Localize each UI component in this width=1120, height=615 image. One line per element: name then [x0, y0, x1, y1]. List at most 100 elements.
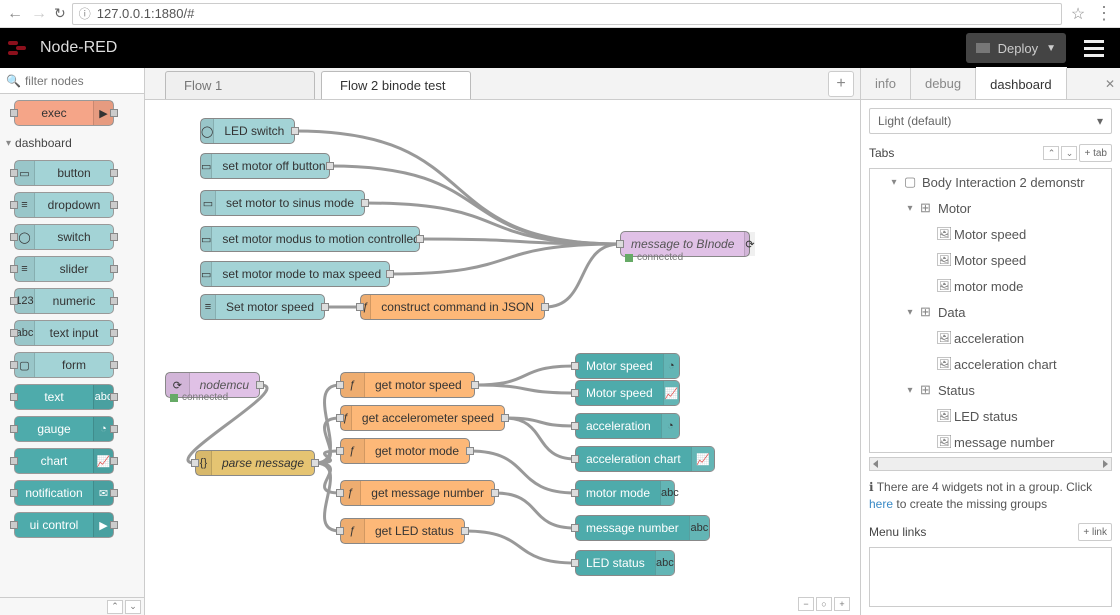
wire[interactable]	[505, 418, 575, 459]
flow-node-sinus[interactable]: ▭set motor to sinus mode	[200, 190, 365, 216]
url-bar[interactable]: ⓘ 127.0.0.1:1880/#	[72, 3, 1062, 25]
workspace-tab[interactable]: Flow 2 binode test	[321, 71, 471, 99]
palette-node-numeric[interactable]: 123numeric	[14, 288, 114, 314]
flow-node-gmn[interactable]: ƒget message number	[340, 480, 495, 506]
output-port[interactable]	[326, 162, 334, 170]
palette-node-gauge[interactable]: ◔gauge	[14, 416, 114, 442]
flow-node-parse[interactable]: {}parse message	[195, 450, 315, 476]
tree-row[interactable]: 🖼acceleration	[870, 325, 1111, 351]
input-port[interactable]	[336, 447, 344, 455]
input-port[interactable]	[571, 389, 579, 397]
palette-node-dropdown[interactable]: ≡dropdown	[14, 192, 114, 218]
workspace-tab[interactable]: Flow 1	[165, 71, 315, 99]
output-port[interactable]	[311, 459, 319, 467]
flow-node-gas[interactable]: ƒget accelerometer speed	[340, 405, 505, 431]
output-port[interactable]	[256, 381, 264, 389]
tree-row[interactable]: ▾⊞Status	[870, 377, 1111, 403]
input-port[interactable]	[356, 303, 364, 311]
add-link-button[interactable]: + link	[1078, 523, 1112, 541]
tree-row[interactable]: 🖼acceleration chart	[870, 351, 1111, 377]
add-tab-button[interactable]: +	[828, 71, 854, 97]
input-port[interactable]	[336, 381, 344, 389]
tree-scrollbar[interactable]	[869, 457, 1112, 471]
input-port[interactable]	[571, 422, 579, 430]
expand-icon[interactable]: ⌃	[1043, 146, 1059, 160]
palette-search[interactable]: 🔍	[0, 68, 144, 94]
tree-row[interactable]: ▾⊞Data	[870, 299, 1111, 325]
wire[interactable]	[475, 366, 575, 385]
wire[interactable]	[495, 493, 575, 528]
sidebar-tab-dashboard[interactable]: dashboard	[976, 67, 1066, 99]
reload-icon[interactable]: ↻	[54, 5, 66, 22]
palette-node-text-input[interactable]: abctext input	[14, 320, 114, 346]
output-port[interactable]	[291, 127, 299, 135]
input-port[interactable]	[571, 524, 579, 532]
zoom-in-button[interactable]: +	[834, 597, 850, 611]
palette-node-slider[interactable]: ≡slider	[14, 256, 114, 282]
palette-node-text[interactable]: abctext	[14, 384, 114, 410]
flow-node-speed[interactable]: ≡Set motor speed	[200, 294, 325, 320]
flow-node-gms[interactable]: ƒget motor speed	[340, 372, 475, 398]
flow-node-mm[interactable]: abcmotor mode	[575, 480, 675, 506]
palette-node-notification[interactable]: ✉notification	[14, 480, 114, 506]
input-port[interactable]	[571, 455, 579, 463]
flow-node-gmm[interactable]: ƒget motor mode	[340, 438, 470, 464]
flow-node-led[interactable]: ◯LED switch	[200, 118, 295, 144]
output-port[interactable]	[416, 235, 424, 243]
tree-row[interactable]: 🖼Motor speed	[870, 247, 1111, 273]
flow-node-mn[interactable]: abcmessage number	[575, 515, 710, 541]
output-port[interactable]	[361, 199, 369, 207]
input-port[interactable]	[191, 459, 199, 467]
tree-row[interactable]: 🖼Motor speed	[870, 221, 1111, 247]
input-port[interactable]	[336, 414, 344, 422]
bookmark-icon[interactable]: ☆	[1068, 4, 1088, 24]
input-port[interactable]	[571, 559, 579, 567]
output-port[interactable]	[501, 414, 509, 422]
palette-node-ui-control[interactable]: ▶ui control	[14, 512, 114, 538]
flow-node-off[interactable]: ▭set motor off button	[200, 153, 330, 179]
input-port[interactable]	[571, 362, 579, 370]
flow-node-acc[interactable]: ◔acceleration	[575, 413, 680, 439]
flow-node-ls[interactable]: abcLED status	[575, 550, 675, 576]
deploy-button[interactable]: Deploy ▼	[966, 33, 1066, 63]
palette-node-exec[interactable]: ▶exec	[14, 100, 114, 126]
input-port[interactable]	[336, 527, 344, 535]
flow-node-motion[interactable]: ▭set motor modus to motion controlled	[200, 226, 420, 252]
palette-down-button[interactable]: ⌄	[125, 600, 141, 614]
output-port[interactable]	[386, 270, 394, 278]
output-port[interactable]	[466, 447, 474, 455]
zoom-reset-button[interactable]: ○	[816, 597, 832, 611]
sidebar-tab-debug[interactable]: debug	[911, 68, 976, 99]
input-port[interactable]	[571, 489, 579, 497]
output-port[interactable]	[491, 489, 499, 497]
zoom-out-button[interactable]: −	[798, 597, 814, 611]
browser-menu-icon[interactable]: ⋮	[1094, 3, 1114, 24]
sidebar-tab-info[interactable]: info	[861, 68, 911, 99]
create-groups-link[interactable]: here	[869, 497, 893, 511]
palette-node-chart[interactable]: 📈chart	[14, 448, 114, 474]
palette-node-button[interactable]: ▭button	[14, 160, 114, 186]
output-port[interactable]	[461, 527, 469, 535]
close-icon[interactable]: ✕	[1100, 68, 1120, 99]
input-port[interactable]	[616, 240, 624, 248]
hamburger-menu-icon[interactable]	[1076, 33, 1112, 63]
flow-node-ms2[interactable]: 📈Motor speed	[575, 380, 680, 406]
output-port[interactable]	[541, 303, 549, 311]
output-port[interactable]	[471, 381, 479, 389]
wire[interactable]	[465, 531, 575, 563]
tree-row[interactable]: ▾⊞Motor	[870, 195, 1111, 221]
palette-up-button[interactable]: ⌃	[107, 600, 123, 614]
output-port[interactable]	[321, 303, 329, 311]
palette-filter-input[interactable]	[23, 73, 123, 89]
flow-node-gls[interactable]: ƒget LED status	[340, 518, 465, 544]
add-tab-button[interactable]: + tab	[1079, 144, 1112, 162]
theme-select[interactable]: Light (default)▾	[869, 108, 1112, 134]
tree-row[interactable]: 🖼LED status	[870, 403, 1111, 429]
flow-node-ms1[interactable]: ◔Motor speed	[575, 353, 680, 379]
flow-node-accC[interactable]: 📈acceleration chart	[575, 446, 715, 472]
tree-row[interactable]: 🖼motor mode	[870, 273, 1111, 299]
palette-category[interactable]: ▾dashboard	[0, 132, 144, 154]
flow-node-json[interactable]: ƒconstruct command in JSON	[360, 294, 545, 320]
palette-node-switch[interactable]: ◯switch	[14, 224, 114, 250]
wire[interactable]	[315, 463, 340, 531]
